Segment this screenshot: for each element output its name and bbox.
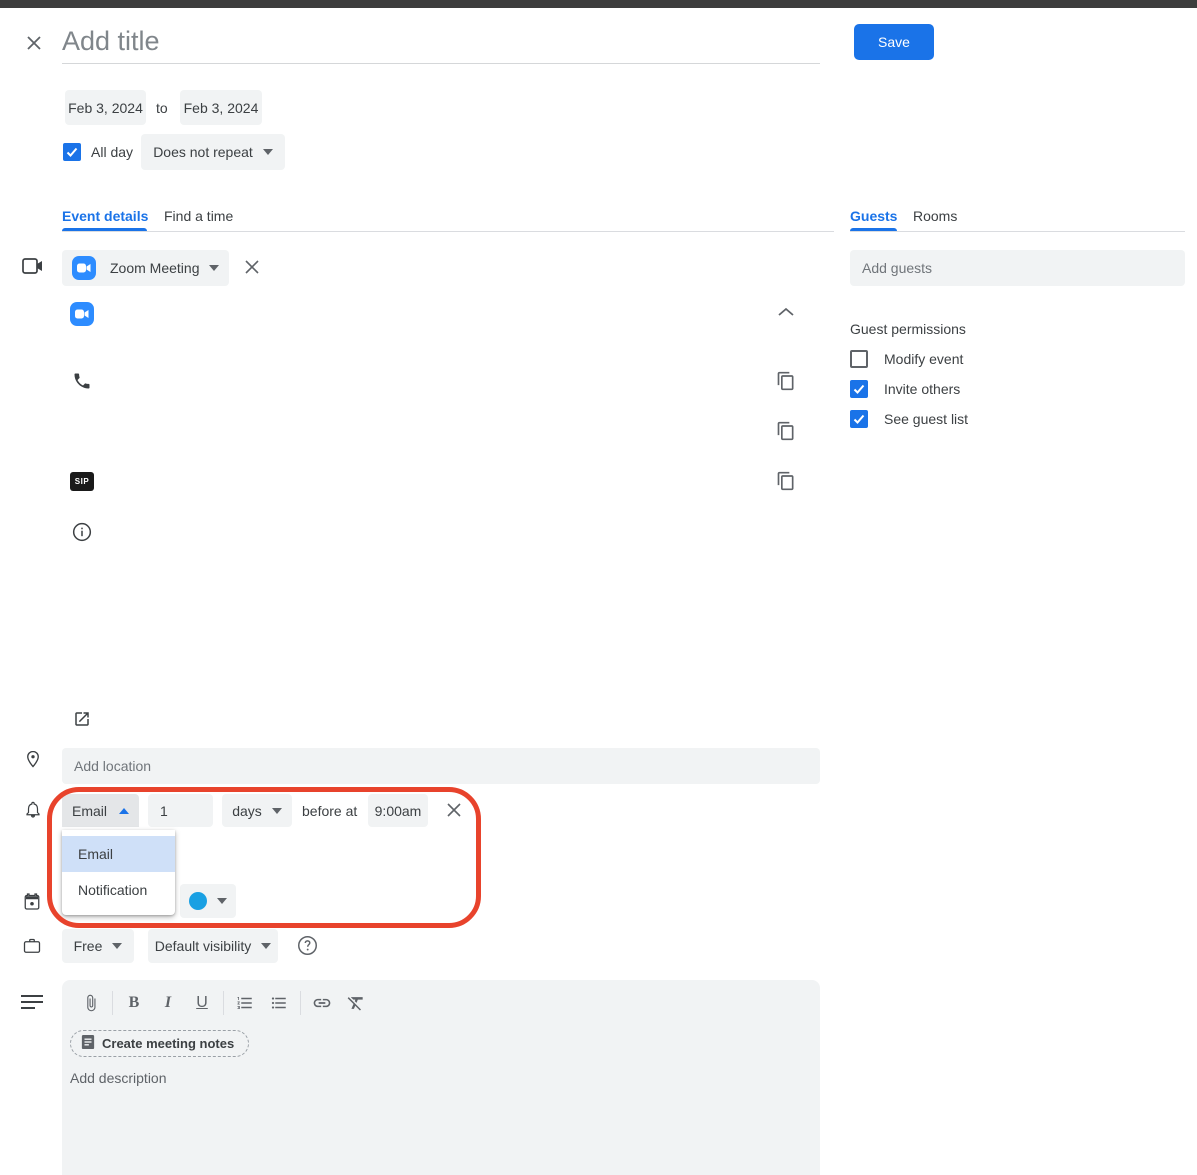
toolbar-divider: [300, 991, 301, 1015]
chevron-down-icon: [262, 149, 273, 155]
numbered-list-icon[interactable]: [228, 990, 262, 1016]
toolbar-divider: [112, 991, 113, 1015]
event-title-field-wrap: [62, 20, 820, 64]
help-icon[interactable]: [297, 935, 318, 959]
notification-time-input[interactable]: 9:00am: [368, 794, 428, 827]
zoom-logo-icon: [70, 302, 94, 326]
bold-icon[interactable]: B: [117, 990, 151, 1016]
visibility-value: Default visibility: [154, 938, 252, 954]
top-window-bar: [0, 0, 1197, 8]
link-icon[interactable]: [305, 990, 339, 1016]
calendar-color-dot: [189, 892, 207, 910]
recurrence-dropdown[interactable]: Does not repeat: [141, 134, 285, 170]
copy-icon[interactable]: [776, 421, 796, 441]
active-tab-underline-right: [850, 228, 897, 231]
description-placeholder[interactable]: Add description: [70, 1070, 167, 1086]
remove-conference-icon[interactable]: [242, 257, 262, 277]
all-day-checkbox[interactable]: [63, 143, 81, 161]
chevron-down-icon: [112, 943, 123, 949]
zoom-logo-icon: [72, 256, 96, 280]
invite-others-checkbox[interactable]: [850, 380, 868, 398]
save-button[interactable]: Save: [854, 24, 934, 60]
copy-icon[interactable]: [776, 371, 796, 391]
modify-event-label: Modify event: [884, 351, 964, 367]
tab-find-a-time[interactable]: Find a time: [164, 208, 233, 224]
guests-field-wrap: [850, 250, 1185, 286]
bulleted-list-icon[interactable]: [262, 990, 296, 1016]
create-meeting-notes-label: Create meeting notes: [102, 1036, 235, 1051]
chevron-down-icon: [261, 943, 272, 949]
location-pin-icon: [24, 748, 42, 773]
formatting-toolbar: B I U: [74, 990, 373, 1016]
tabs-divider-right: [850, 231, 1185, 232]
conference-provider-dropdown[interactable]: Zoom Meeting: [62, 250, 229, 286]
copy-icon[interactable]: [776, 471, 796, 491]
calendar-color-dropdown[interactable]: [180, 884, 236, 918]
location-input[interactable]: [62, 758, 820, 774]
info-icon: [72, 522, 92, 545]
tab-guests[interactable]: Guests: [850, 208, 897, 224]
date-to-label: to: [156, 100, 168, 116]
briefcase-icon: [23, 936, 41, 958]
tab-event-details[interactable]: Event details: [62, 208, 148, 224]
invite-others-label: Invite others: [884, 381, 961, 397]
notification-type-menu: Email Notification: [62, 830, 175, 915]
tab-rooms[interactable]: Rooms: [913, 208, 957, 224]
see-guest-list-label: See guest list: [884, 411, 969, 427]
recurrence-value: Does not repeat: [153, 144, 253, 160]
location-field-wrap: [62, 748, 820, 784]
remove-notification-icon[interactable]: [443, 799, 465, 821]
notes-lines-icon: [20, 993, 44, 1014]
all-day-label: All day: [91, 144, 134, 160]
attach-icon[interactable]: [74, 990, 108, 1016]
availability-value: Free: [73, 938, 103, 954]
notification-unit-value: days: [232, 802, 262, 819]
chevron-down-icon: [271, 807, 282, 814]
toolbar-divider: [223, 991, 224, 1015]
doc-icon: [81, 1034, 95, 1053]
videocam-icon: [22, 257, 44, 278]
conference-provider-label: Zoom Meeting: [110, 260, 200, 276]
see-guest-list-checkbox[interactable]: [850, 410, 868, 428]
close-icon[interactable]: [22, 31, 46, 55]
notification-type-value: Email: [71, 802, 107, 819]
italic-icon[interactable]: I: [151, 990, 185, 1016]
calendar-icon: [23, 892, 41, 914]
tabs-divider: [62, 231, 834, 232]
notification-count-input[interactable]: 1: [148, 794, 213, 827]
end-date-button[interactable]: Feb 3, 2024: [180, 90, 262, 125]
notification-type-dropdown[interactable]: Email: [62, 794, 139, 827]
add-guests-input[interactable]: [850, 260, 1185, 276]
guest-permissions-title: Guest permissions: [850, 321, 966, 337]
event-title-input[interactable]: [62, 20, 820, 63]
visibility-dropdown[interactable]: Default visibility: [148, 929, 278, 963]
clear-format-icon[interactable]: [339, 990, 373, 1016]
chevron-up-icon[interactable]: [776, 305, 796, 321]
notification-unit-dropdown[interactable]: days: [222, 794, 292, 827]
chevron-down-icon: [209, 265, 220, 271]
chevron-up-icon: [119, 807, 129, 814]
phone-icon: [72, 371, 92, 394]
menu-item-notification[interactable]: Notification: [62, 872, 175, 908]
active-tab-underline: [62, 228, 147, 231]
modify-event-checkbox[interactable]: [850, 350, 868, 368]
menu-item-email[interactable]: Email: [62, 836, 175, 872]
bell-icon: [24, 799, 42, 823]
description-panel[interactable]: B I U Create meeting notes Add descripti…: [62, 980, 820, 1175]
open-in-new-icon[interactable]: [73, 710, 91, 731]
chevron-down-icon: [217, 898, 227, 904]
underline-icon[interactable]: U: [185, 990, 219, 1016]
availability-dropdown[interactable]: Free: [62, 929, 134, 963]
sip-badge: SIP: [70, 472, 94, 491]
notification-before-label: before at: [302, 803, 358, 819]
create-meeting-notes-button[interactable]: Create meeting notes: [70, 1030, 250, 1057]
start-date-button[interactable]: Feb 3, 2024: [65, 90, 146, 125]
